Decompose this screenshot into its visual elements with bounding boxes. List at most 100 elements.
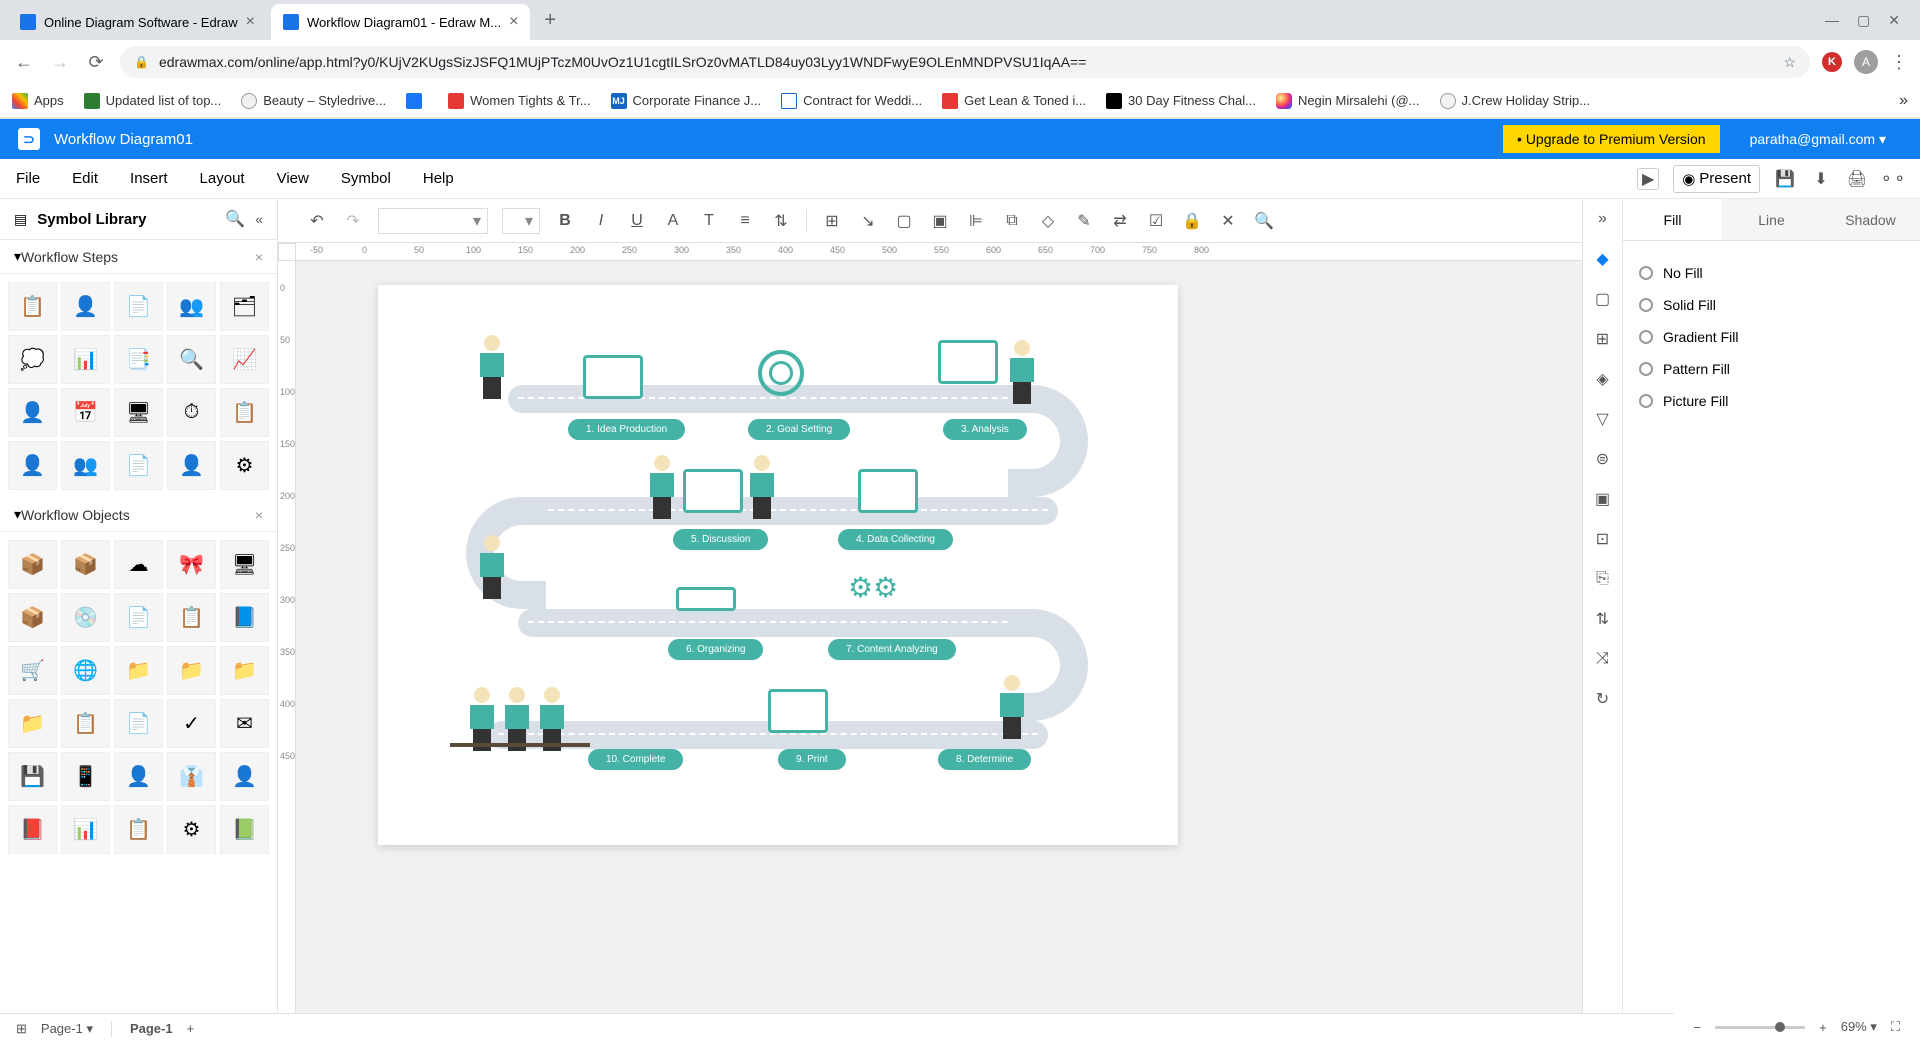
fill-option-solid[interactable]: Solid Fill [1639, 289, 1904, 321]
align-objects-button[interactable]: ⊫ [965, 211, 987, 231]
collapse-icon[interactable]: « [255, 211, 263, 227]
symbol-item[interactable]: 📁 [220, 646, 269, 695]
close-icon[interactable]: × [509, 13, 518, 31]
font-size-select[interactable]: ▾ [502, 208, 540, 234]
layers-tool-icon[interactable]: ◈ [1591, 367, 1615, 391]
address-bar[interactable]: 🔒 edrawmax.com/online/app.html?y0/KUjV2K… [120, 46, 1810, 78]
share-icon[interactable]: ⚬⚬ [1882, 168, 1904, 190]
symbol-item[interactable]: 📄 [114, 699, 163, 748]
symbol-item[interactable]: 📘 [220, 593, 269, 642]
fill-option-none[interactable]: No Fill [1639, 257, 1904, 289]
symbol-item[interactable]: 📄 [114, 282, 163, 331]
image-tool-icon[interactable]: ▣ [1591, 487, 1615, 511]
monitor-icon[interactable] [683, 469, 743, 513]
step-label[interactable]: 2. Goal Setting [748, 419, 850, 440]
symbol-item[interactable]: 👤 [220, 752, 269, 801]
tab-fill[interactable]: Fill [1623, 199, 1722, 240]
symbol-item[interactable]: ⚙ [220, 441, 269, 490]
tab-line[interactable]: Line [1722, 199, 1821, 240]
symbol-item[interactable]: ⚙ [167, 805, 216, 854]
menu-file[interactable]: File [16, 170, 40, 187]
step-label[interactable]: 9. Print [778, 749, 846, 770]
bookmark-item[interactable]: MJCorporate Finance J... [611, 93, 762, 109]
zoom-in-button[interactable]: + [1819, 1020, 1827, 1035]
line-spacing-button[interactable]: ⇅ [770, 211, 792, 231]
tab-shadow[interactable]: Shadow [1821, 199, 1920, 240]
extension-icon[interactable]: K [1822, 52, 1842, 72]
fill-option-gradient[interactable]: Gradient Fill [1639, 321, 1904, 353]
text-tool-button[interactable]: ⊞ [821, 211, 843, 231]
symbol-item[interactable]: 📦 [8, 540, 57, 589]
database-tool-icon[interactable]: ⊜ [1591, 447, 1615, 471]
symbol-item[interactable]: 🌐 [61, 646, 110, 695]
symbol-item[interactable]: 👔 [167, 752, 216, 801]
browser-menu-icon[interactable]: ⋮ [1890, 52, 1908, 73]
pen-button[interactable]: ✎ [1073, 211, 1095, 231]
library-section-header[interactable]: ▾ Workflow Objects × [0, 498, 277, 532]
zoom-slider[interactable] [1715, 1026, 1805, 1029]
apps-button[interactable]: Apps [12, 93, 64, 109]
sitemap-tool-icon[interactable]: ⊡ [1591, 527, 1615, 551]
symbol-item[interactable]: 🔍 [167, 335, 216, 384]
download-icon[interactable]: ⬇ [1810, 168, 1832, 190]
symbol-item[interactable]: 📋 [167, 593, 216, 642]
present-button[interactable]: ◉Present [1673, 165, 1760, 193]
menu-layout[interactable]: Layout [200, 170, 245, 187]
close-window-icon[interactable]: ✕ [1888, 12, 1900, 29]
undo-button[interactable]: ↶ [306, 211, 328, 231]
browser-tab[interactable]: Online Diagram Software - Edraw × [8, 4, 267, 40]
image-button[interactable]: ▣ [929, 211, 951, 231]
bookmark-item[interactable]: Negin Mirsalehi (@... [1276, 93, 1420, 109]
chart-icon[interactable] [938, 340, 998, 384]
step-label[interactable]: 4. Data Collecting [838, 529, 953, 550]
fill-tool-icon[interactable]: ◆ [1591, 247, 1615, 271]
bookmarks-overflow-icon[interactable]: » [1899, 92, 1908, 110]
maximize-icon[interactable]: ▢ [1857, 12, 1870, 29]
lock-button[interactable]: 🔒 [1181, 211, 1203, 231]
connector-button[interactable]: ↘ [857, 211, 879, 231]
bookmark-item[interactable]: Get Lean & Toned i... [942, 93, 1086, 109]
align-button[interactable]: ≡ [734, 212, 756, 230]
symbol-item[interactable]: 🛒 [8, 646, 57, 695]
bookmark-item[interactable]: Beauty – Styledrive... [241, 93, 386, 109]
expand-panel-icon[interactable]: » [1591, 207, 1615, 231]
star-icon[interactable]: ☆ [1783, 54, 1796, 71]
italic-button[interactable]: I [590, 212, 612, 230]
upgrade-button[interactable]: • Upgrade to Premium Version [1503, 125, 1720, 153]
search-icon[interactable]: 🔍 [225, 209, 245, 229]
symbol-item[interactable]: 📁 [114, 646, 163, 695]
shape-button[interactable]: ▢ [893, 211, 915, 231]
bookmark-item[interactable]: J.Crew Holiday Strip... [1440, 93, 1591, 109]
shuffle-tool-icon[interactable]: ⤨ [1591, 647, 1615, 671]
font-color-button[interactable]: A [662, 212, 684, 230]
symbol-item[interactable]: 📑 [114, 335, 163, 384]
fill-option-picture[interactable]: Picture Fill [1639, 385, 1904, 417]
canvas-page[interactable]: ⚙⚙ 1. Idea Production 2. Goal Setting 3.… [378, 285, 1178, 845]
symbol-item[interactable]: 📁 [8, 699, 57, 748]
bold-button[interactable]: B [554, 212, 576, 230]
symbol-item[interactable]: 📋 [8, 282, 57, 331]
check-button[interactable]: ☑ [1145, 211, 1167, 231]
diagram-icon[interactable] [583, 355, 643, 399]
printer-icon[interactable] [768, 689, 828, 733]
symbol-item[interactable]: 📦 [61, 540, 110, 589]
redo-button[interactable]: ↷ [342, 211, 364, 231]
browser-tab-active[interactable]: Workflow Diagram01 - Edraw M... × [271, 4, 530, 40]
step-label[interactable]: 8. Determine [938, 749, 1031, 770]
symbol-item[interactable]: 📄 [114, 441, 163, 490]
symbol-item[interactable]: 📋 [220, 388, 269, 437]
page-selector[interactable]: Page-1 ▾ [41, 1021, 93, 1037]
step-label[interactable]: 5. Discussion [673, 529, 768, 550]
symbol-item[interactable]: 📈 [220, 335, 269, 384]
forward-button[interactable]: → [48, 50, 72, 74]
history-tool-icon[interactable]: ↻ [1591, 687, 1615, 711]
export-tool-icon[interactable]: ⎘ [1591, 567, 1615, 591]
symbol-item[interactable]: 👤 [167, 441, 216, 490]
section-close-icon[interactable]: × [255, 249, 263, 265]
router-icon[interactable] [676, 587, 736, 611]
save-icon[interactable]: 💾 [1774, 168, 1796, 190]
arrange-tool-icon[interactable]: ⇅ [1591, 607, 1615, 631]
symbol-item[interactable]: 👥 [167, 282, 216, 331]
text-case-button[interactable]: T [698, 212, 720, 230]
menu-edit[interactable]: Edit [72, 170, 98, 187]
